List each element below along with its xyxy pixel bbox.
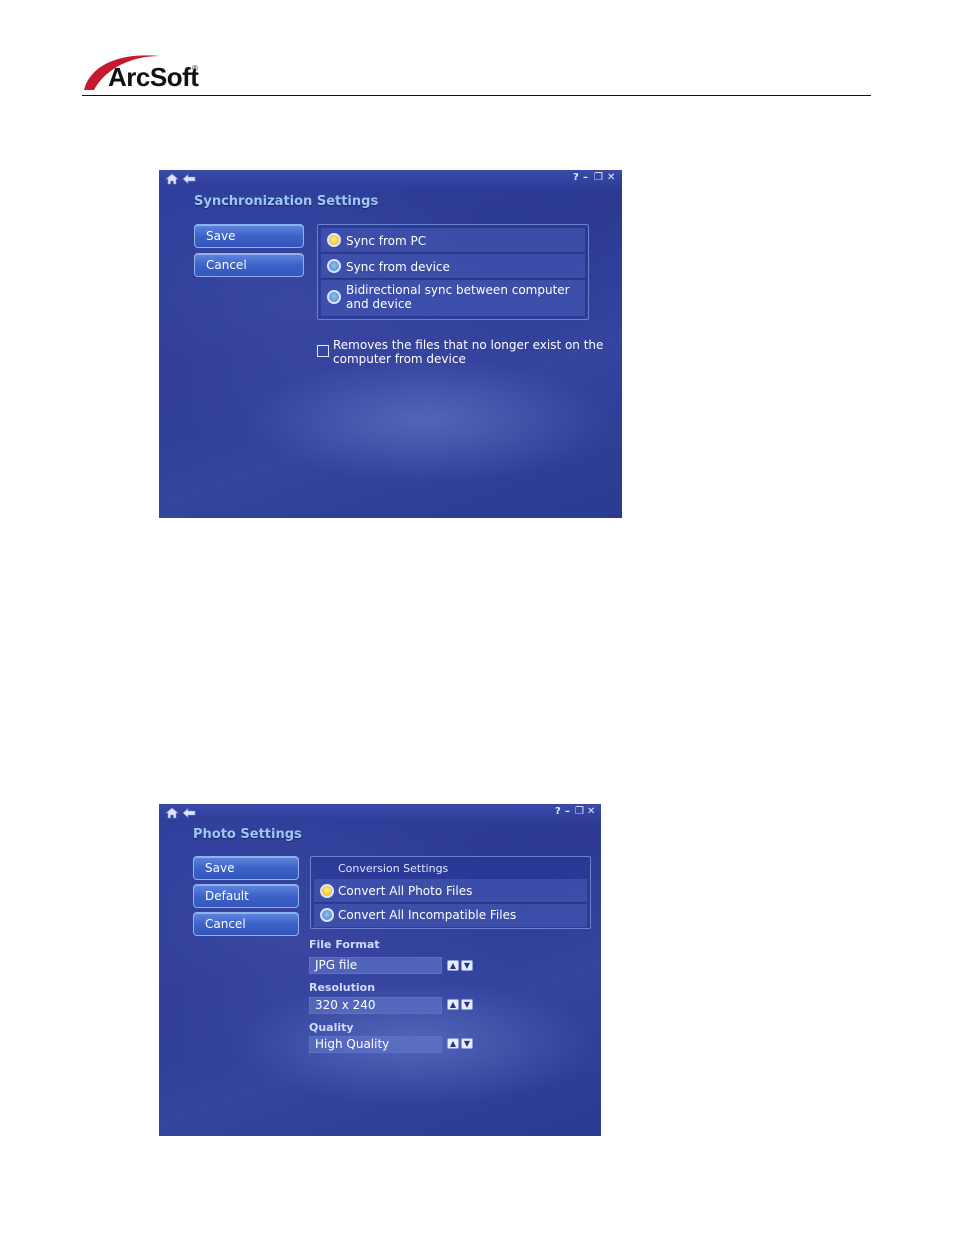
resolution-up-icon[interactable]: ▲ <box>447 999 459 1010</box>
sync-settings-window: ? – ❐ ✕ Synchronization Settings Save Ca… <box>159 170 622 518</box>
radio-icon[interactable] <box>320 908 334 922</box>
remove-files-label-line1: Removes the files that no longer exist o… <box>333 338 604 352</box>
option-label: Sync from device <box>346 260 450 274</box>
quality-label: Quality <box>309 1021 354 1034</box>
logo-text: ArcSoft <box>108 62 199 92</box>
quality-field[interactable]: High Quality <box>309 1036 442 1053</box>
radio-selected-icon[interactable] <box>327 233 341 247</box>
option-label-line2: and device <box>346 297 412 311</box>
close-icon[interactable]: ✕ <box>607 172 615 184</box>
option-sync-from-device[interactable]: Sync from device <box>321 254 585 279</box>
quality-down-icon[interactable]: ▼ <box>461 1038 473 1049</box>
option-bidirectional-sync[interactable]: Bidirectional sync between computer and … <box>321 280 585 316</box>
resolution-field[interactable]: 320 x 240 <box>309 997 442 1014</box>
option-convert-all-photo-files[interactable]: Convert All Photo Files <box>314 879 587 903</box>
remove-files-label-line2: computer from device <box>333 352 466 366</box>
option-label: Convert All Photo Files <box>338 884 473 898</box>
window-title: Photo Settings <box>193 827 302 842</box>
back-arrow-icon[interactable] <box>182 173 196 185</box>
minimize-icon[interactable]: – <box>565 806 570 818</box>
option-label: Convert All Incompatible Files <box>338 908 517 922</box>
header-rule <box>82 95 871 96</box>
file-format-label: File Format <box>309 938 380 951</box>
resolution-label: Resolution <box>309 981 376 994</box>
file-format-up-icon[interactable]: ▲ <box>447 960 459 971</box>
conversion-settings-header: Conversion Settings <box>338 862 449 875</box>
conversion-settings-group: Conversion Settings Convert All Photo Fi… <box>310 856 591 929</box>
cancel-button[interactable]: Cancel <box>193 912 299 936</box>
resolution-down-icon[interactable]: ▼ <box>461 999 473 1010</box>
radio-icon[interactable] <box>327 290 341 304</box>
photo-settings-window: ? – ❐ ✕ Photo Settings Save Default Canc… <box>159 804 601 1136</box>
save-button[interactable]: Save <box>193 856 299 880</box>
window-title: Synchronization Settings <box>194 194 379 209</box>
help-icon[interactable]: ? <box>573 172 579 184</box>
help-icon[interactable]: ? <box>555 806 561 818</box>
arcsoft-logo: ArcSoft ® <box>80 50 210 94</box>
option-sync-from-pc[interactable]: Sync from PC <box>321 228 585 253</box>
option-label: Sync from PC <box>346 234 427 248</box>
sync-mode-group: Sync from PC Sync from device Bidirectio… <box>317 224 589 320</box>
back-arrow-icon[interactable] <box>182 807 196 819</box>
quality-up-icon[interactable]: ▲ <box>447 1038 459 1049</box>
radio-selected-icon[interactable] <box>320 884 334 898</box>
title-bar: ? – ❐ ✕ <box>159 804 601 822</box>
close-icon[interactable]: ✕ <box>587 806 595 818</box>
remove-files-checkbox[interactable] <box>317 345 329 357</box>
minimize-icon[interactable]: – <box>583 172 588 184</box>
home-icon[interactable] <box>165 807 179 819</box>
restore-icon[interactable]: ❐ <box>594 172 603 184</box>
home-icon[interactable] <box>165 173 179 185</box>
default-button[interactable]: Default <box>193 884 299 908</box>
logo-registered-mark: ® <box>192 64 198 73</box>
file-format-down-icon[interactable]: ▼ <box>461 960 473 971</box>
radio-icon[interactable] <box>327 259 341 273</box>
file-format-field[interactable]: JPG file <box>309 957 442 974</box>
option-label-line1: Bidirectional sync between computer <box>346 283 570 297</box>
restore-icon[interactable]: ❐ <box>575 806 584 818</box>
option-convert-incompatible-files[interactable]: Convert All Incompatible Files <box>314 904 587 927</box>
title-bar: ? – ❐ ✕ <box>159 170 622 188</box>
cancel-button[interactable]: Cancel <box>194 253 304 277</box>
save-button[interactable]: Save <box>194 224 304 248</box>
